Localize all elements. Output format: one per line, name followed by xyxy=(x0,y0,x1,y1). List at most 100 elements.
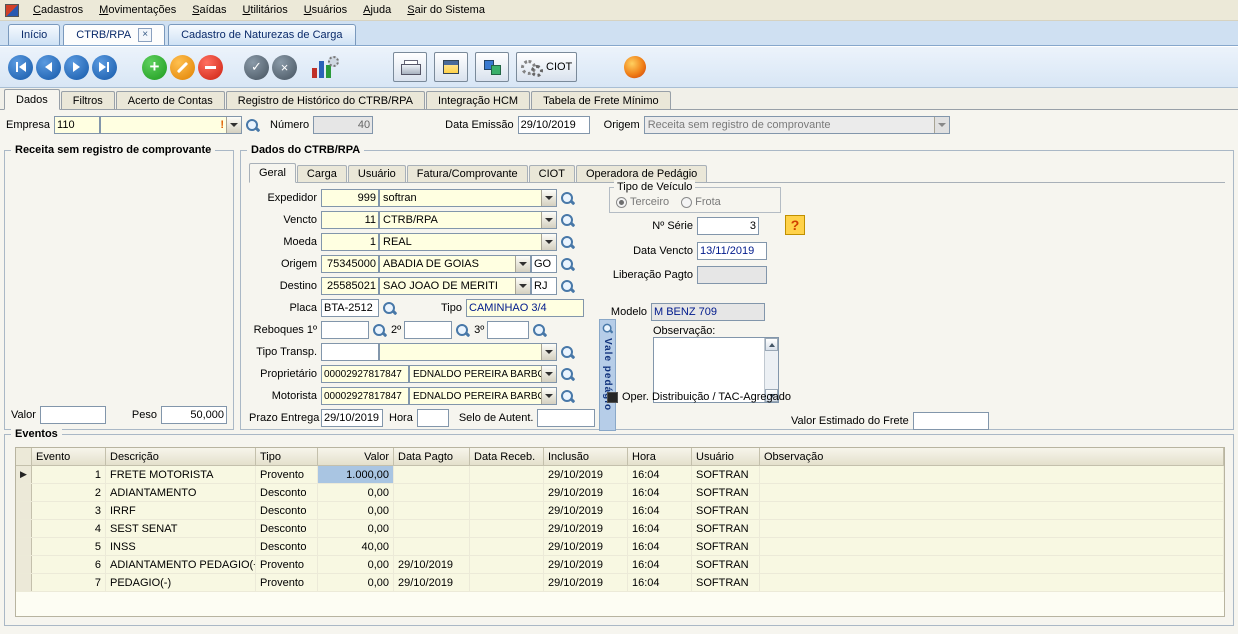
proprietario-code-field[interactable]: 00002927817847 xyxy=(321,365,409,383)
table-row[interactable]: ▶1FRETE MOTORISTAProvento1.000,0029/10/2… xyxy=(16,466,1224,484)
cell-observacao[interactable] xyxy=(760,574,1224,591)
column-header-usuario[interactable]: Usuário xyxy=(692,448,760,466)
oper-distribuicao-checkbox[interactable] xyxy=(607,392,618,403)
cell-usuario[interactable]: SOFTRAN xyxy=(692,502,760,519)
menu-utilitarios[interactable]: Utilitários xyxy=(234,2,295,18)
modelo-field[interactable]: M BENZ 709 xyxy=(651,303,765,321)
cell-inclusao[interactable]: 29/10/2019 xyxy=(544,556,628,573)
cell-data_pagto[interactable] xyxy=(394,538,470,555)
cell-descricao[interactable]: FRETE MOTORISTA xyxy=(106,466,256,483)
empresa-combo[interactable]: ! xyxy=(100,116,242,134)
valor-estimado-frete-field[interactable] xyxy=(913,412,989,430)
cell-hora[interactable]: 16:04 xyxy=(628,520,692,537)
cell-data_receb[interactable] xyxy=(470,484,544,501)
hora-field[interactable] xyxy=(417,409,449,427)
selo-autent-field[interactable] xyxy=(537,409,595,427)
cell-inclusao[interactable]: 29/10/2019 xyxy=(544,484,628,501)
moeda-combo[interactable]: REAL xyxy=(379,233,557,251)
proprietario-search-icon[interactable] xyxy=(560,367,575,382)
cell-inclusao[interactable]: 29/10/2019 xyxy=(544,520,628,537)
cell-usuario[interactable]: SOFTRAN xyxy=(692,574,760,591)
vencto-code-field[interactable]: 11 xyxy=(321,211,379,229)
cell-usuario[interactable]: SOFTRAN xyxy=(692,556,760,573)
column-header-inclusao[interactable]: Inclusão xyxy=(544,448,628,466)
page-tab-integracao-hcm[interactable]: Integração HCM xyxy=(426,91,530,109)
dropdown-button[interactable] xyxy=(226,117,241,133)
cell-usuario[interactable]: SOFTRAN xyxy=(692,484,760,501)
scroll-up-icon[interactable] xyxy=(765,338,778,351)
print-button[interactable] xyxy=(393,52,427,82)
column-header-observacao[interactable]: Observação xyxy=(760,448,1224,466)
reboque3-search-icon[interactable] xyxy=(532,323,547,338)
help-button[interactable]: ? xyxy=(785,215,805,235)
cell-tipo[interactable]: Provento xyxy=(256,556,318,573)
cell-tipo[interactable]: Provento xyxy=(256,574,318,591)
column-header-valor[interactable]: Valor xyxy=(318,448,394,466)
placa-search-icon[interactable] xyxy=(382,301,397,316)
page-tab-tabela-frete-minimo[interactable]: Tabela de Frete Mínimo xyxy=(531,91,671,109)
cell-descricao[interactable]: SEST SENAT xyxy=(106,520,256,537)
cell-valor[interactable]: 0,00 xyxy=(318,574,394,591)
tab-cadastro-naturezas[interactable]: Cadastro de Naturezas de Carga xyxy=(168,24,355,45)
data-emissao-field[interactable]: 29/10/2019 xyxy=(518,116,590,134)
radio-frota[interactable] xyxy=(681,197,692,208)
dropdown-button[interactable] xyxy=(541,344,556,360)
empresa-code-field[interactable]: 110 xyxy=(54,116,100,134)
moeda-search-icon[interactable] xyxy=(560,235,575,250)
column-header-data_pagto[interactable]: Data Pagto xyxy=(394,448,470,466)
cell-data_pagto[interactable] xyxy=(394,466,470,483)
dropdown-button[interactable] xyxy=(515,256,530,272)
origem-combo[interactable]: Receita sem registro de comprovante xyxy=(644,116,950,134)
cell-data_pagto[interactable]: 29/10/2019 xyxy=(394,574,470,591)
cell-inclusao[interactable]: 29/10/2019 xyxy=(544,502,628,519)
table-row[interactable]: 2ADIANTAMENTODesconto0,0029/10/201916:04… xyxy=(16,484,1224,502)
cell-observacao[interactable] xyxy=(760,556,1224,573)
cell-data_pagto[interactable] xyxy=(394,520,470,537)
cell-evento[interactable]: 3 xyxy=(32,502,106,519)
cell-evento[interactable]: 4 xyxy=(32,520,106,537)
table-row[interactable]: 4SEST SENATDesconto0,0029/10/201916:04SO… xyxy=(16,520,1224,538)
table-row[interactable]: 6ADIANTAMENTO PEDAGIO(+)Provento0,0029/1… xyxy=(16,556,1224,574)
cell-valor[interactable]: 0,00 xyxy=(318,484,394,501)
nav-prev-button[interactable] xyxy=(36,55,61,80)
cancel-button[interactable]: × xyxy=(272,55,297,80)
table-row[interactable]: 7PEDAGIO(-)Provento0,0029/10/201929/10/2… xyxy=(16,574,1224,592)
reboque2-field[interactable] xyxy=(404,321,452,339)
expedidor-search-icon[interactable] xyxy=(560,191,575,206)
table-row[interactable]: 3IRRFDesconto0,0029/10/201916:04SOFTRAN xyxy=(16,502,1224,520)
origem-code-field[interactable]: 75345000 xyxy=(321,255,379,273)
transfer-button[interactable] xyxy=(475,52,509,82)
moeda-code-field[interactable]: 1 xyxy=(321,233,379,251)
prazo-entrega-field[interactable]: 29/10/2019 xyxy=(321,409,383,427)
menu-movimentacoes[interactable]: Movimentações xyxy=(91,2,184,18)
tab-geral[interactable]: Geral xyxy=(249,163,296,183)
menu-saidas[interactable]: Saídas xyxy=(184,2,234,18)
tab-fatura-comprovante[interactable]: Fatura/Comprovante xyxy=(407,165,528,182)
cell-usuario[interactable]: SOFTRAN xyxy=(692,538,760,555)
cell-descricao[interactable]: ADIANTAMENTO xyxy=(106,484,256,501)
cell-hora[interactable]: 16:04 xyxy=(628,466,692,483)
cell-observacao[interactable] xyxy=(760,502,1224,519)
column-header-tipo[interactable]: Tipo xyxy=(256,448,318,466)
valor-field[interactable] xyxy=(40,406,106,424)
page-tab-dados[interactable]: Dados xyxy=(4,89,60,110)
data-vencto-field[interactable]: 13/11/2019 xyxy=(697,242,767,260)
numero-field[interactable]: 40 xyxy=(313,116,373,134)
cell-descricao[interactable]: IRRF xyxy=(106,502,256,519)
motorista-combo[interactable]: EDNALDO PEREIRA BARBO xyxy=(409,387,557,405)
cell-hora[interactable]: 16:04 xyxy=(628,556,692,573)
cell-inclusao[interactable]: 29/10/2019 xyxy=(544,574,628,591)
tab-ciot[interactable]: CIOT xyxy=(529,165,575,182)
page-tab-acerto-de-contas[interactable]: Acerto de Contas xyxy=(116,91,225,109)
dropdown-button[interactable] xyxy=(541,234,556,250)
cell-data_receb[interactable] xyxy=(470,556,544,573)
vencto-combo[interactable]: CTRB/RPA xyxy=(379,211,557,229)
nav-last-button[interactable] xyxy=(92,55,117,80)
cell-observacao[interactable] xyxy=(760,466,1224,483)
expedidor-combo[interactable]: softran xyxy=(379,189,557,207)
destino-search-icon[interactable] xyxy=(560,279,575,294)
cell-valor[interactable]: 1.000,00 xyxy=(318,466,394,483)
origem-search-icon[interactable] xyxy=(560,257,575,272)
column-header-hora[interactable]: Hora xyxy=(628,448,692,466)
cell-evento[interactable]: 6 xyxy=(32,556,106,573)
